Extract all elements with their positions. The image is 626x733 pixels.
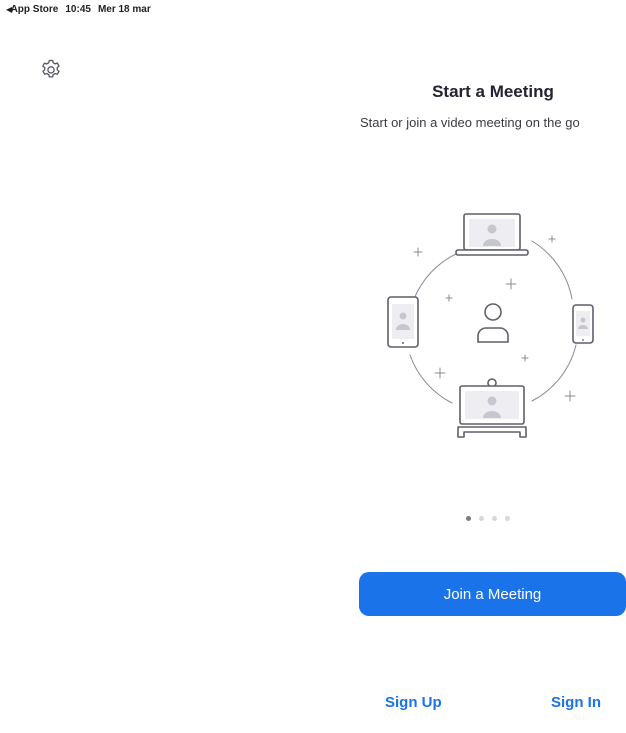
sign-up-link[interactable]: Sign Up xyxy=(385,694,442,711)
back-app-label: App Store xyxy=(10,4,59,15)
laptop-icon xyxy=(455,213,529,256)
page-dot-2[interactable] xyxy=(479,516,484,521)
back-arrow-icon: ◀ xyxy=(6,5,13,14)
gear-icon xyxy=(42,59,60,78)
join-meeting-label: Join a Meeting xyxy=(443,585,542,603)
page-dot-3[interactable] xyxy=(492,516,497,521)
user-avatar-icon xyxy=(477,303,509,343)
settings-button[interactable] xyxy=(39,58,63,82)
tablet-icon xyxy=(387,296,419,348)
join-meeting-button[interactable]: Join a Meeting xyxy=(359,572,626,616)
room-system-icon xyxy=(457,378,527,438)
status-bar: ◀ App Store 10:45 Mer 18 mar xyxy=(6,4,151,15)
meeting-devices-illustration xyxy=(387,213,594,438)
status-time: 10:45 xyxy=(65,4,91,15)
back-to-app-store-link[interactable]: ◀ App Store xyxy=(6,4,58,15)
page-dot-1[interactable] xyxy=(466,516,471,521)
sign-in-link[interactable]: Sign In xyxy=(551,694,601,711)
carousel-title: Start a Meeting xyxy=(432,82,554,101)
carousel-subtitle: Start or join a video meeting on the go xyxy=(360,115,580,130)
page-indicator[interactable] xyxy=(466,516,510,521)
status-date: Mer 18 mar xyxy=(97,4,151,15)
page-dot-4[interactable] xyxy=(505,516,510,521)
phone-icon xyxy=(572,304,594,344)
